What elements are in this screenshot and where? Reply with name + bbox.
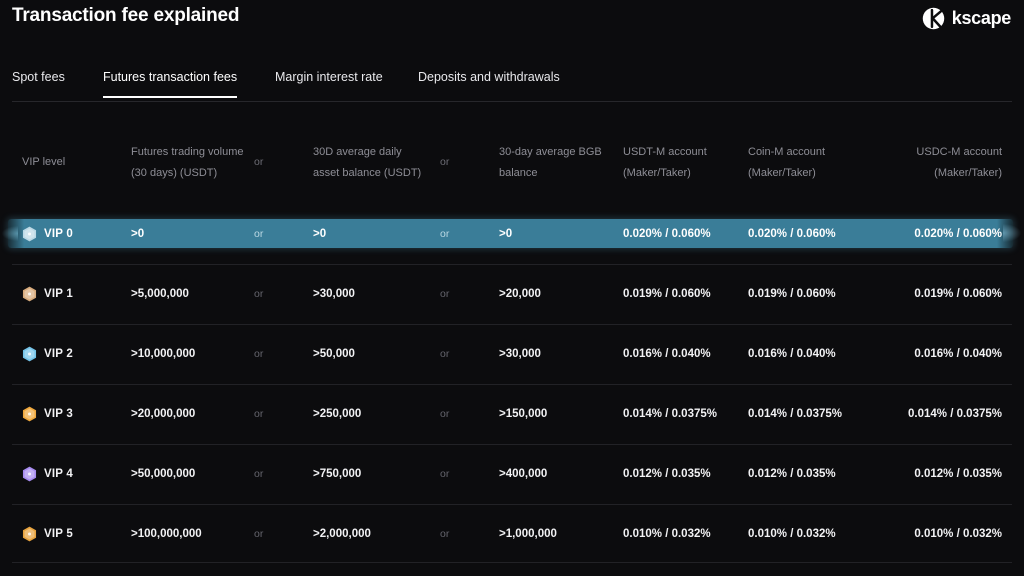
table-bottom-divider xyxy=(12,562,1012,563)
cell-usdcm: 0.016% / 0.040% xyxy=(914,348,1002,360)
vip-level-label: VIP 0 xyxy=(44,228,73,240)
cell-balance: >250,000 xyxy=(313,408,362,420)
table-row[interactable]: VIP 3 >20,000,000 or >250,000 or >150,000 0.01… xyxy=(0,384,1024,444)
cell-bgb: >400,000 xyxy=(499,468,548,480)
cell-or2: or xyxy=(440,348,450,360)
cell-usdcm: 0.010% / 0.032% xyxy=(914,528,1002,540)
cell-or2: or xyxy=(440,408,450,420)
table-row[interactable]: VIP 1 >5,000,000 or >30,000 or >20,000 0.019% … xyxy=(0,264,1024,324)
tab-margin-interest-rate[interactable]: Margin interest rate xyxy=(275,66,383,98)
cell-usdtm: 0.019% / 0.060% xyxy=(623,288,711,300)
cell-coinm: 0.020% / 0.060% xyxy=(748,228,836,240)
cell-usdcm: 0.019% / 0.060% xyxy=(914,288,1002,300)
vip-level-label: VIP 5 xyxy=(44,528,73,540)
tab-bar-divider xyxy=(12,101,1012,102)
cell-usdtm: 0.012% / 0.035% xyxy=(623,468,711,480)
table-row[interactable]: VIP 0 >0 or >0 or >0 0.020% / 0.060% 0.020% / 0… xyxy=(0,204,1024,264)
cell-bgb: >1,000,000 xyxy=(499,528,557,540)
cell-coinm: 0.014% / 0.0375% xyxy=(748,408,842,420)
vip-badge-icon xyxy=(22,406,37,422)
table-row[interactable]: VIP 2 >10,000,000 or >50,000 or >30,000 0.016%… xyxy=(0,324,1024,384)
cell-or2: or xyxy=(440,228,450,240)
column-header-vip: VIP level xyxy=(22,156,66,168)
cell-coinm: 0.016% / 0.040% xyxy=(748,348,836,360)
cell-usdcm: 0.012% / 0.035% xyxy=(914,468,1002,480)
column-header-usdcm: USDC-M account (Maker/Taker) xyxy=(916,146,1002,179)
cell-balance: >2,000,000 xyxy=(313,528,371,540)
page-root: Transaction fee explained kscape Spot fe… xyxy=(0,0,1024,576)
vip-badge-icon xyxy=(22,286,37,302)
cell-bgb: >20,000 xyxy=(499,288,541,300)
column-header-or1: or xyxy=(254,156,264,168)
cell-or1: or xyxy=(254,228,264,240)
column-header-bgb: 30-day average BGB balance xyxy=(499,146,602,179)
cell-volume: >20,000,000 xyxy=(131,408,196,420)
vip-level-cell: VIP 3 xyxy=(22,406,73,422)
cell-usdtm: 0.016% / 0.040% xyxy=(623,348,711,360)
cell-usdtm: 0.014% / 0.0375% xyxy=(623,408,717,420)
vip-level-cell: VIP 5 xyxy=(22,526,73,542)
cell-coinm: 0.019% / 0.060% xyxy=(748,288,836,300)
cell-or1: or xyxy=(254,468,264,480)
vip-badge-icon xyxy=(22,226,37,242)
cell-balance: >750,000 xyxy=(313,468,362,480)
vip-badge-icon xyxy=(22,526,37,542)
cell-or1: or xyxy=(254,528,264,540)
cell-bgb: >0 xyxy=(499,228,513,240)
kscape-logo-icon xyxy=(922,7,945,30)
vip-level-cell: VIP 4 xyxy=(22,466,73,482)
brand-logo: kscape xyxy=(922,7,1011,30)
cell-or1: or xyxy=(254,348,264,360)
cell-balance: >30,000 xyxy=(313,288,355,300)
brand-name: kscape xyxy=(951,8,1012,28)
column-header-or2: or xyxy=(440,156,450,168)
cell-usdtm: 0.010% / 0.032% xyxy=(623,528,711,540)
cell-or1: or xyxy=(254,288,264,300)
cell-or1: or xyxy=(254,408,264,420)
cell-or2: or xyxy=(440,468,450,480)
cell-coinm: 0.012% / 0.035% xyxy=(748,468,836,480)
column-header-volume: Futures trading volume (30 days) (USDT) xyxy=(131,146,244,179)
cell-balance: >0 xyxy=(313,228,327,240)
table-body: VIP 0 >0 or >0 or >0 0.020% / 0.060% 0.020% / 0… xyxy=(0,204,1024,564)
tab-bar: Spot fees Futures transaction fees Margin … xyxy=(0,66,1024,102)
cell-volume: >100,000,000 xyxy=(131,528,202,540)
table-row[interactable]: VIP 5 >100,000,000 or >2,000,000 or >1,000,00… xyxy=(0,504,1024,564)
cell-usdcm: 0.020% / 0.060% xyxy=(914,228,1002,240)
cell-volume: >0 xyxy=(131,228,145,240)
tab-deposits-and-withdrawals[interactable]: Deposits and withdrawals xyxy=(418,66,560,98)
column-header-balance: 30D average daily asset balance (USDT) xyxy=(313,146,422,179)
cell-volume: >5,000,000 xyxy=(131,288,189,300)
column-header-usdtm: USDT-M account (Maker/Taker) xyxy=(623,146,707,179)
vip-level-label: VIP 2 xyxy=(44,348,73,360)
cell-usdtm: 0.020% / 0.060% xyxy=(623,228,711,240)
fee-table: VIP level Futures trading volume (30 days… xyxy=(0,104,1024,564)
cell-volume: >10,000,000 xyxy=(131,348,196,360)
column-header-coinm: Coin-M account (Maker/Taker) xyxy=(748,146,826,179)
vip-level-label: VIP 4 xyxy=(44,468,73,480)
cell-or2: or xyxy=(440,288,450,300)
tab-spot-fees[interactable]: Spot fees xyxy=(12,66,65,98)
vip-level-cell: VIP 2 xyxy=(22,346,73,362)
vip-level-cell: VIP 1 xyxy=(22,286,73,302)
cell-or2: or xyxy=(440,528,450,540)
vip-badge-icon xyxy=(22,466,37,482)
vip-level-cell: VIP 0 xyxy=(22,226,73,242)
cell-coinm: 0.010% / 0.032% xyxy=(748,528,836,540)
vip-level-label: VIP 3 xyxy=(44,408,73,420)
cell-bgb: >150,000 xyxy=(499,408,548,420)
table-header-row: VIP level Futures trading volume (30 days… xyxy=(0,104,1024,204)
table-row[interactable]: VIP 4 >50,000,000 or >750,000 or >400,000 0.01… xyxy=(0,444,1024,504)
vip-level-label: VIP 1 xyxy=(44,288,73,300)
cell-balance: >50,000 xyxy=(313,348,355,360)
page-title: Transaction fee explained xyxy=(12,5,240,26)
cell-bgb: >30,000 xyxy=(499,348,541,360)
tab-futures-transaction-fees[interactable]: Futures transaction fees xyxy=(103,66,238,98)
vip-badge-icon xyxy=(22,346,37,362)
cell-usdcm: 0.014% / 0.0375% xyxy=(908,408,1002,420)
cell-volume: >50,000,000 xyxy=(131,468,196,480)
